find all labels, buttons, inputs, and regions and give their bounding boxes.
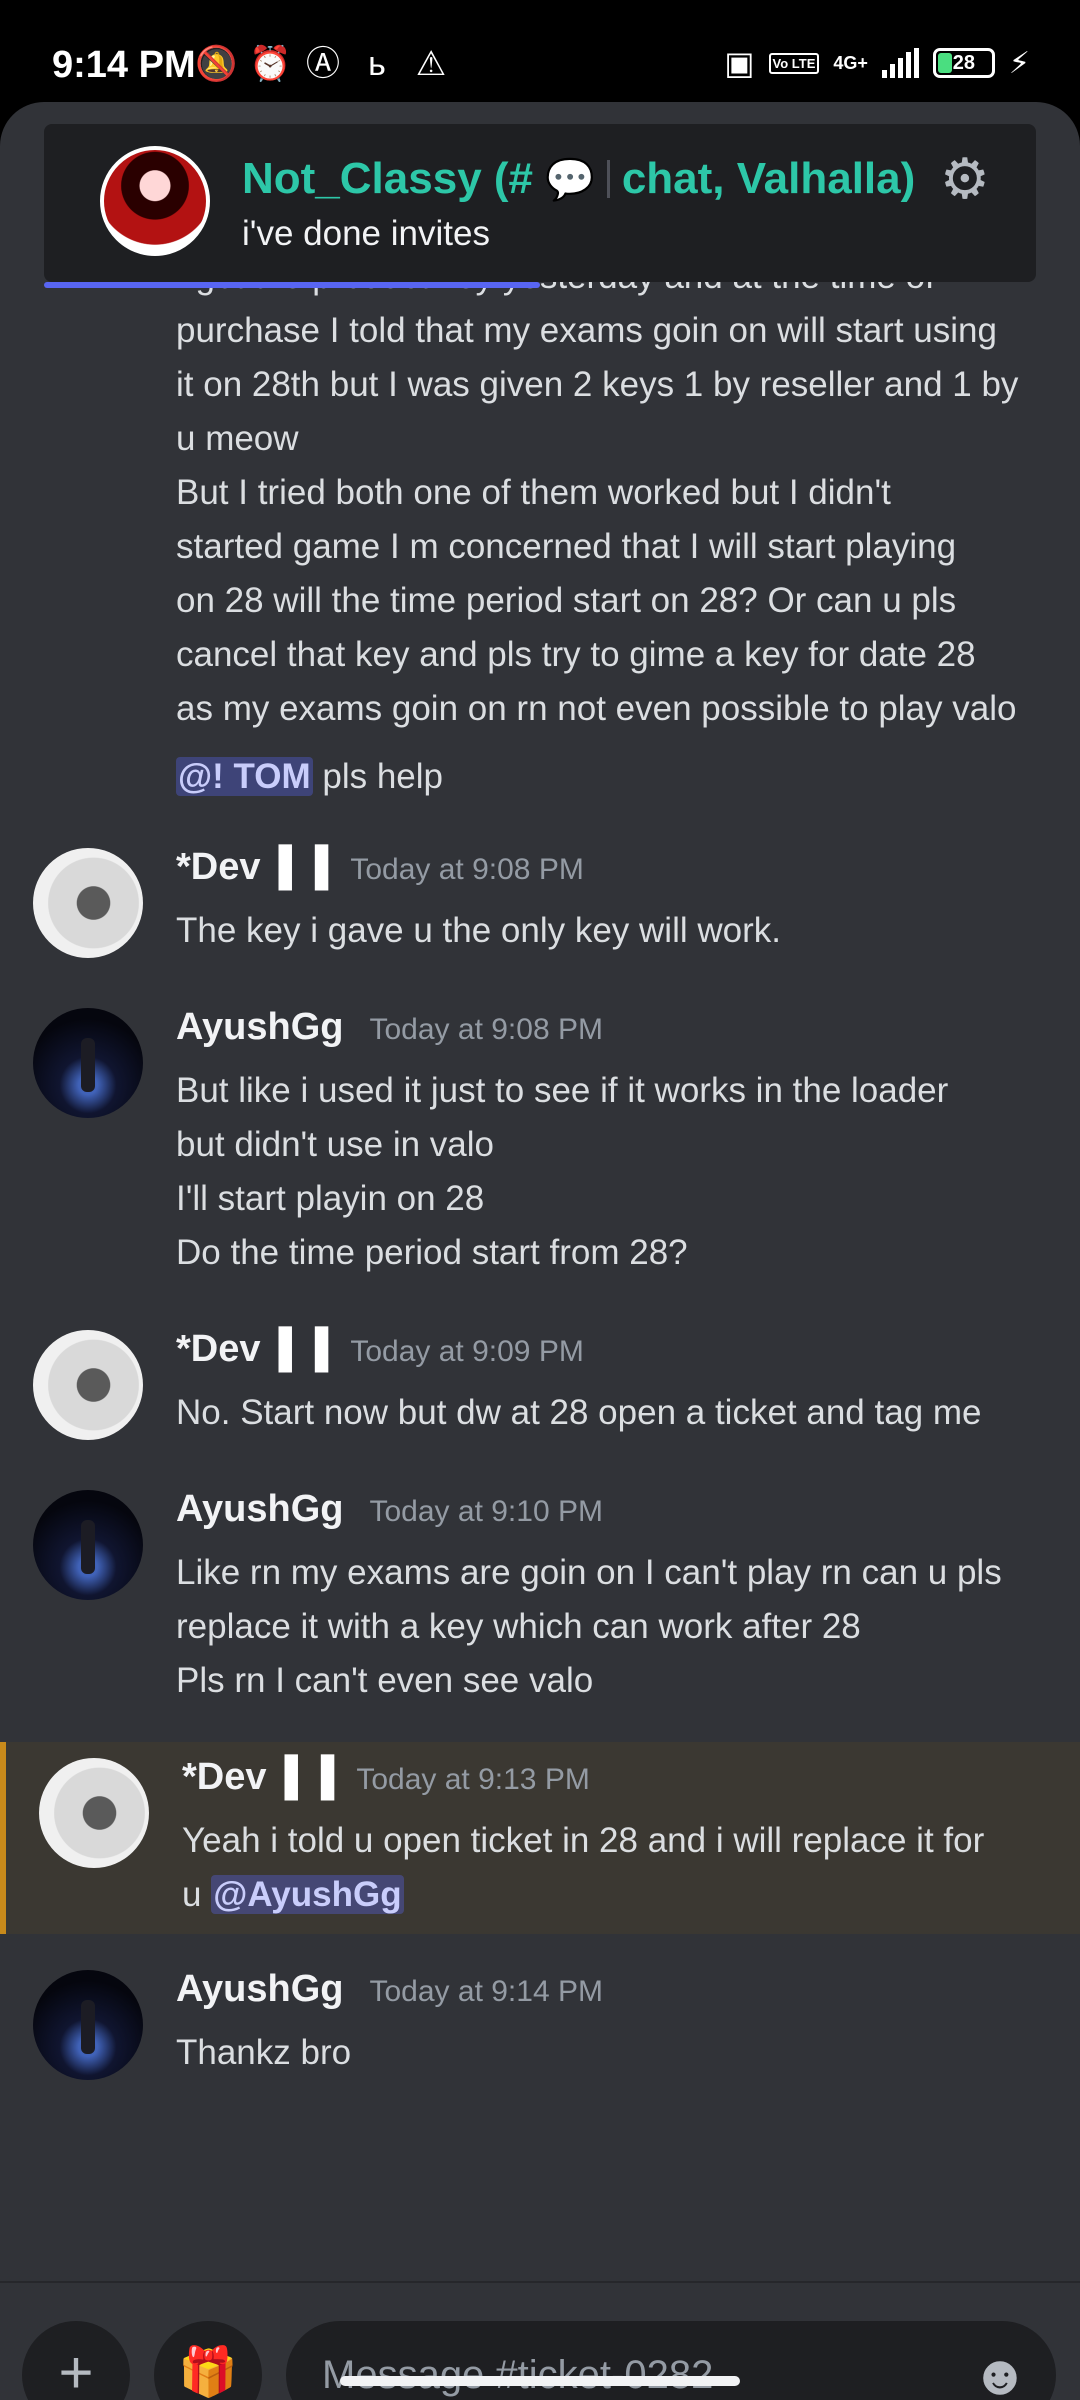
chat-app: Not_Classy (# 💬 chat, Valhalla) i've don… <box>0 102 1080 2400</box>
chat-bubble-icon: 💬 <box>545 157 595 202</box>
message-continued: I got the product key yesterday and at t… <box>0 250 1080 804</box>
author-name[interactable]: AyushGg <box>176 1968 344 2011</box>
message-line: u @AyushGg <box>182 1868 1040 1922</box>
message-line: started game I m concerned that I will s… <box>176 527 957 566</box>
mention-prefix: u <box>182 1875 212 1914</box>
message-group[interactable]: AyushGg Today at 9:08 PM But like i used i… <box>0 1006 1080 1280</box>
warning-icon: ⚠ <box>415 45 447 83</box>
message-line: No. Start now but dw at 28 open a ticket… <box>176 1393 982 1432</box>
progress-fill <box>44 282 540 288</box>
author-name[interactable]: AyushGg <box>176 1006 344 1049</box>
message-group[interactable]: *Dev ▌▐ Today at 9:08 PM The key i gave u t… <box>0 846 1080 958</box>
title-left: Not_Classy (# <box>242 154 534 203</box>
emoji-icon[interactable]: ☻ <box>968 2343 1032 2400</box>
message-line: Yeah i told u open ticket in 28 and i wi… <box>182 1821 985 1860</box>
timestamp: Today at 9:08 PM <box>369 1013 603 1046</box>
message-header: *Dev ▌▐ Today at 9:09 PM <box>176 1328 1040 1386</box>
volte-icon: Vo LTE <box>768 52 820 74</box>
mute-icon: 🔕 <box>195 45 238 83</box>
role-badge-icon: ▌▐ <box>278 846 329 888</box>
mention[interactable]: @! TOM <box>176 757 313 796</box>
message-input[interactable] <box>286 2321 1056 2400</box>
message-line: @! TOM pls help <box>176 750 1040 804</box>
author-name[interactable]: *Dev <box>182 1756 267 1799</box>
avatar[interactable] <box>39 1758 149 1868</box>
signal-icon <box>881 48 919 78</box>
home-indicator[interactable] <box>340 2376 740 2386</box>
avatar[interactable] <box>33 1330 143 1440</box>
message-header: AyushGg Today at 9:14 PM <box>176 1968 1040 2026</box>
avatar-figure <box>81 1038 95 1092</box>
avatar[interactable] <box>33 1490 143 1600</box>
title-right: chat, Valhalla) <box>621 154 916 203</box>
message-line: Do the time period start from 28? <box>176 1233 688 1272</box>
message-line: u meow <box>176 419 299 458</box>
message-line: but didn't use in valo <box>176 1125 495 1164</box>
avatar <box>100 146 210 256</box>
battery-text: 28 <box>952 52 976 74</box>
message-group[interactable]: *Dev ▌▐ Today at 9:09 PM No. Start now but … <box>0 1328 1080 1440</box>
charging-icon: ⚡ <box>1008 46 1030 80</box>
role-badge-icon: ▌▐ <box>284 1756 335 1798</box>
message-line: But I tried both one of them worked but … <box>176 473 891 512</box>
message-header: AyushGg Today at 9:08 PM <box>176 1006 1040 1064</box>
gift-button[interactable]: 🎁 <box>154 2321 262 2400</box>
network-label: 4G+ <box>833 52 868 73</box>
message-group[interactable]: AyushGg Today at 9:10 PM Like rn my exams … <box>0 1488 1080 1708</box>
author-name[interactable]: *Dev <box>176 1328 261 1371</box>
message-line: cancel that key and pls try to gime a ke… <box>176 635 976 674</box>
app-a-icon: Ⓐ <box>306 45 340 83</box>
status-icons-right: ▣ Vo LTE 4G+ 28 ⚡ <box>724 44 1030 82</box>
timestamp: Today at 9:09 PM <box>350 1335 584 1368</box>
divider <box>0 2281 1080 2283</box>
mention-suffix: pls help <box>312 757 444 796</box>
notification-header[interactable]: Not_Classy (# 💬 chat, Valhalla) i've don… <box>44 124 1036 288</box>
timestamp: Today at 9:14 PM <box>369 1975 603 2008</box>
message-line: Like rn my exams are goin on I can't pla… <box>176 1553 1002 1592</box>
timestamp: Today at 9:10 PM <box>369 1495 603 1528</box>
phone-link-icon: ▣ <box>724 45 755 81</box>
avatar-figure <box>81 2000 95 2054</box>
message-line: replace it with a key which can work aft… <box>176 1607 861 1646</box>
app-b-icon: ь <box>368 45 386 83</box>
timestamp: Today at 9:13 PM <box>356 1763 590 1796</box>
message-line: as my exams goin on rn not even possible… <box>176 689 1017 728</box>
message-header: *Dev ▌▐ Today at 9:13 PM <box>182 1756 1040 1814</box>
message-line: Pls rn I can't even see valo <box>176 1661 594 1700</box>
author-name[interactable]: *Dev <box>176 846 261 889</box>
progress-track <box>44 282 1036 288</box>
message-line: Thankz bro <box>176 2033 352 2072</box>
author-name[interactable]: AyushGg <box>176 1488 344 1531</box>
status-icons-left: 🔕 ⏰ Ⓐ ь ⚠ <box>195 44 451 84</box>
message-group[interactable]: *Dev ▌▐ Today at 9:13 PM Yeah i told u open… <box>0 1742 1080 1934</box>
role-badge-icon: ▌▐ <box>278 1328 329 1370</box>
message-groups: *Dev ▌▐ Today at 9:08 PM The key i gave u t… <box>0 846 1080 2080</box>
mention[interactable]: @AyushGg <box>211 1875 404 1914</box>
avatar[interactable] <box>33 1970 143 2080</box>
message-list: I got the product key yesterday and at t… <box>0 252 1080 2080</box>
status-time: 9:14 PM <box>52 44 196 86</box>
message-line: it on 28th but I was given 2 keys 1 by r… <box>176 365 1019 404</box>
message-group[interactable]: AyushGg Today at 9:14 PM Thankz bro <box>0 1968 1080 2080</box>
message-line: But like i used it just to see if it wor… <box>176 1071 949 1110</box>
message-header: *Dev ▌▐ Today at 9:08 PM <box>176 846 1040 904</box>
message-body: I got the product key yesterday and at t… <box>176 250 1040 736</box>
avatar[interactable] <box>33 848 143 958</box>
add-attachment-button[interactable]: + <box>22 2321 130 2400</box>
avatar[interactable] <box>33 1008 143 1118</box>
message-line: on 28 will the time period start on 28? … <box>176 581 957 620</box>
timestamp: Today at 9:08 PM <box>350 853 584 886</box>
message-line: I'll start playin on 28 <box>176 1179 485 1218</box>
notification-subtitle: i've done invites <box>242 214 490 253</box>
gear-icon[interactable]: ⚙ <box>940 146 990 212</box>
alarm-icon: ⏰ <box>249 45 292 83</box>
notification-title: Not_Classy (# 💬 chat, Valhalla) <box>242 154 915 204</box>
avatar-figure <box>81 1520 95 1574</box>
divider <box>606 160 610 198</box>
message-line: purchase I told that my exams goin on wi… <box>176 311 997 350</box>
battery-icon: 28 <box>932 48 995 78</box>
message-header: AyushGg Today at 9:10 PM <box>176 1488 1040 1546</box>
message-line: The key i gave u the only key will work. <box>176 911 781 950</box>
